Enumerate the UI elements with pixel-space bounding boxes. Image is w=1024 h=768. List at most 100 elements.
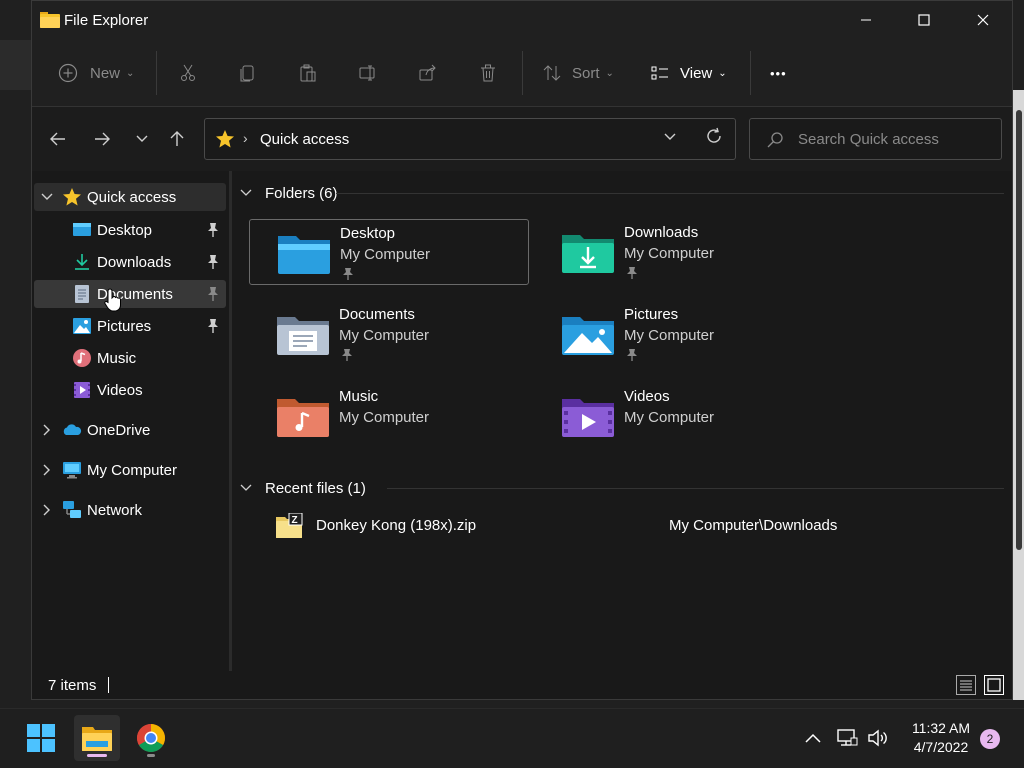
address-dropdown-button[interactable]: [663, 129, 677, 145]
forward-button[interactable]: [88, 127, 116, 151]
sidebar-item-music[interactable]: Music: [34, 344, 226, 372]
sidebar-item-downloads[interactable]: Downloads: [34, 248, 226, 276]
sidebar-item-videos[interactable]: Videos: [34, 376, 226, 404]
sidebar-item-label: My Computer: [87, 462, 178, 479]
open-app-indicator: [147, 754, 155, 757]
recent-file-row[interactable]: Z Donkey Kong (198x).zip My Computer\Dow…: [272, 511, 992, 541]
minimize-icon: [861, 19, 871, 21]
taskbar-chrome[interactable]: [128, 715, 174, 761]
paste-button[interactable]: [298, 61, 318, 85]
file-list-view: Folders (6) Desktop My Computer Download…: [232, 171, 1012, 671]
folder-name: Downloads: [624, 224, 699, 241]
chevron-right-icon[interactable]: [40, 463, 54, 477]
sidebar-item-label: Network: [87, 502, 143, 519]
breadcrumb-quick-access[interactable]: Quick access: [260, 131, 349, 148]
folder-tile-music[interactable]: Music My Computer: [249, 383, 529, 449]
sidebar-item-pictures[interactable]: Pictures: [34, 312, 226, 340]
up-button[interactable]: [163, 127, 191, 151]
recent-files-section-header[interactable]: Recent files (1): [240, 477, 366, 499]
volume-button[interactable]: [867, 727, 889, 749]
notification-count-badge[interactable]: 2: [980, 729, 1000, 749]
folder-tile-desktop[interactable]: Desktop My Computer: [249, 219, 529, 285]
file-explorer-icon: [40, 12, 60, 28]
chevron-down-icon: ⌄: [605, 67, 614, 79]
window-title: File Explorer: [64, 12, 149, 29]
tiles-view-button[interactable]: [984, 675, 1004, 695]
rename-button[interactable]: [358, 61, 378, 85]
speaker-icon: [868, 729, 887, 747]
sidebar-item-label: Videos: [97, 382, 143, 399]
folder-tile-documents[interactable]: Documents My Computer: [249, 301, 529, 367]
more-options-icon: •••: [770, 65, 787, 81]
search-box[interactable]: [749, 118, 1002, 160]
cut-button[interactable]: [178, 61, 198, 85]
sidebar-item-documents[interactable]: Documents: [34, 280, 226, 308]
pin-icon[interactable]: [206, 222, 220, 238]
clock[interactable]: 11:32 AM 4/7/2022: [900, 719, 982, 757]
details-view-button[interactable]: [956, 675, 976, 695]
arrow-left-icon: [50, 132, 65, 146]
documents-icon: [75, 285, 89, 303]
chevron-right-icon[interactable]: [40, 503, 54, 517]
pin-icon[interactable]: [206, 318, 220, 334]
new-button[interactable]: New ⌄: [58, 61, 134, 85]
active-app-indicator: [87, 754, 107, 757]
computer-icon: [63, 462, 81, 479]
share-button[interactable]: [418, 61, 438, 85]
folders-section-header[interactable]: Folders (6): [240, 182, 338, 204]
sort-button[interactable]: Sort ⌄: [542, 61, 614, 85]
view-button[interactable]: View ⌄: [650, 61, 727, 85]
background-scrollbar-thumb[interactable]: [1016, 110, 1022, 550]
close-button[interactable]: [954, 1, 1012, 39]
folder-tile-downloads[interactable]: Downloads My Computer: [534, 219, 814, 285]
refresh-icon: [707, 127, 721, 143]
taskbar-file-explorer[interactable]: [74, 715, 120, 761]
chevron-right-icon[interactable]: [40, 423, 54, 437]
sidebar-item-quick-access[interactable]: Quick access: [34, 183, 226, 211]
toolbar-divider: [750, 51, 751, 95]
folders-heading: Folders (6): [265, 184, 338, 202]
folder-tile-videos[interactable]: Videos My Computer: [534, 383, 814, 449]
rename-icon: [359, 65, 375, 81]
show-hidden-icons-button[interactable]: [802, 727, 824, 749]
pin-icon[interactable]: [206, 254, 220, 270]
sidebar-item-desktop[interactable]: Desktop: [34, 216, 226, 244]
sidebar-item-label: Desktop: [97, 222, 153, 239]
network-status-button[interactable]: [836, 727, 858, 749]
command-bar: New ⌄ Sort ⌄ View ⌄ •••: [32, 39, 1012, 107]
onedrive-icon: [63, 424, 82, 435]
sidebar-item-onedrive[interactable]: OneDrive: [34, 416, 226, 444]
chevron-down-icon: [136, 135, 148, 142]
copy-button[interactable]: [238, 61, 258, 85]
chevron-up-icon: [805, 733, 821, 743]
search-icon: [767, 132, 783, 148]
chevron-down-icon[interactable]: [40, 190, 54, 204]
start-button[interactable]: [18, 715, 64, 761]
title-bar[interactable]: File Explorer: [32, 1, 1012, 39]
status-bar: 7 items: [32, 671, 1012, 699]
maximize-button[interactable]: [895, 1, 953, 39]
arrow-right-icon: [95, 132, 110, 146]
file-explorer-icon: [82, 727, 112, 751]
videos-icon: [74, 382, 90, 398]
chevron-down-icon: ⌄: [718, 67, 727, 79]
address-bar[interactable]: › Quick access: [204, 118, 736, 160]
downloads-icon: [75, 254, 89, 270]
back-button[interactable]: [44, 127, 72, 151]
more-options-button[interactable]: •••: [770, 61, 787, 85]
sidebar-item-network[interactable]: Network: [34, 496, 226, 524]
refresh-button[interactable]: [705, 127, 723, 150]
recent-files-heading: Recent files (1): [265, 479, 366, 497]
desktop-folder-icon: [278, 236, 330, 274]
minimize-button[interactable]: [837, 1, 895, 39]
recent-locations-button[interactable]: [128, 127, 156, 151]
search-input[interactable]: [798, 129, 993, 149]
tiles-view-icon: [987, 678, 1001, 692]
scissors-icon: [181, 64, 195, 81]
delete-button[interactable]: [478, 61, 498, 85]
zip-letter: Z: [292, 515, 298, 526]
folder-tile-pictures[interactable]: Pictures My Computer: [534, 301, 814, 367]
sidebar-item-label: Quick access: [87, 189, 177, 206]
pin-icon[interactable]: [206, 286, 220, 302]
sidebar-item-my-computer[interactable]: My Computer: [34, 456, 226, 484]
